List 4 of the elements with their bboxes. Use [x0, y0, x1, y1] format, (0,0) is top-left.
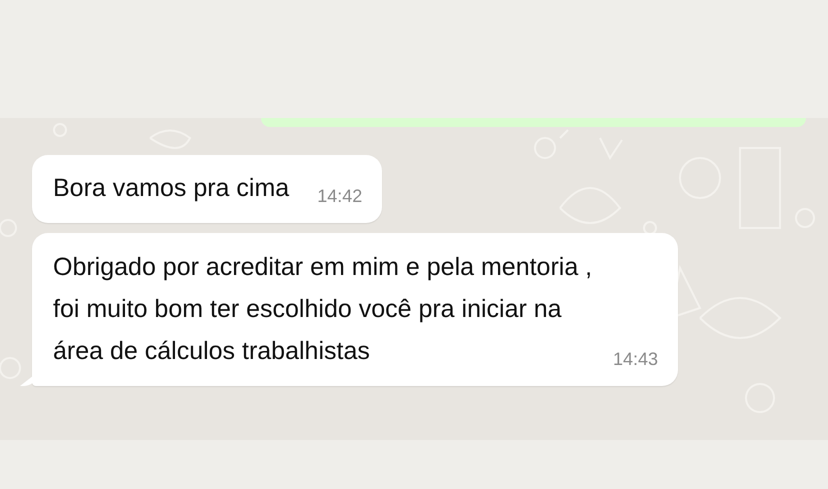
message-time: 14:43: [613, 348, 658, 371]
message-text: Bora vamos pra cima: [53, 173, 290, 204]
message-text: Obrigado por acreditar em mim e pela mentoria , foi muito bom ter escolhido você pra iniciar na área de cálculos trabalhistas: [53, 252, 594, 367]
message-time: 14:42: [317, 185, 362, 208]
